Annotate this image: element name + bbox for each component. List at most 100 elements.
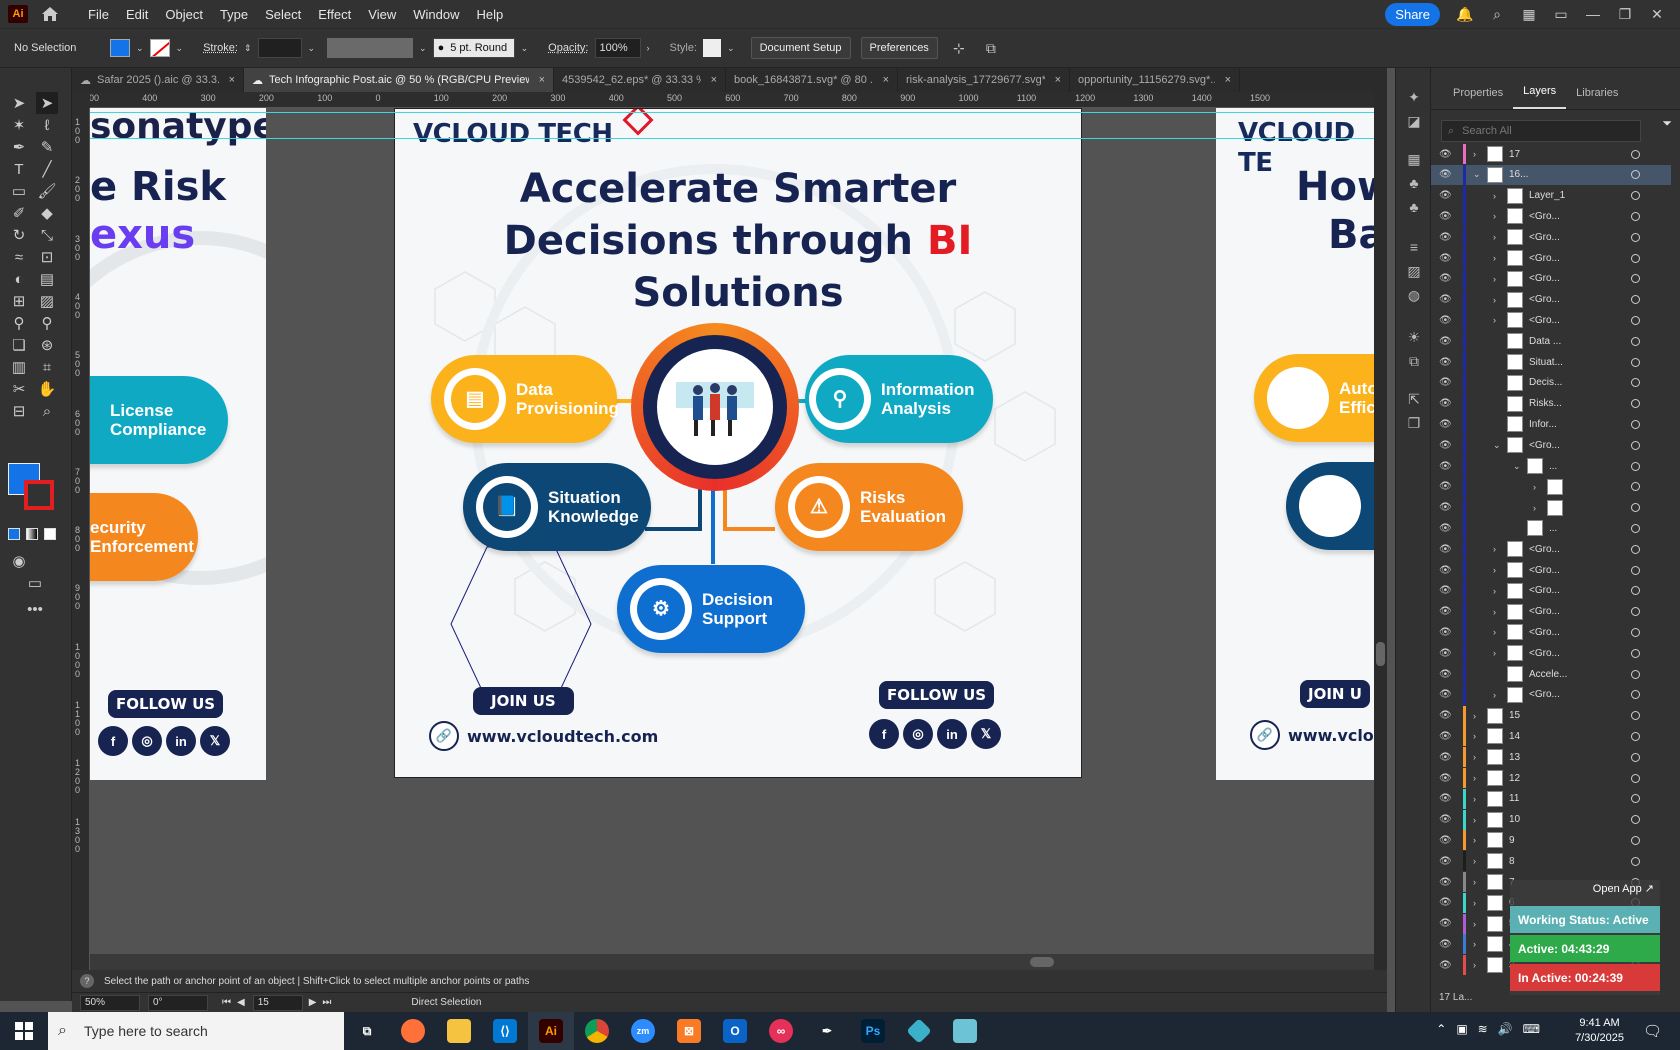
- brush-definition[interactable]: ● 5 pt. Round: [432, 38, 515, 58]
- chevron-right-icon[interactable]: ›: [1493, 565, 1496, 575]
- task-view-icon[interactable]: ⧉: [344, 1012, 390, 1050]
- layer-row[interactable]: 👁 › <Gro...: [1431, 248, 1671, 268]
- pen-tool-icon[interactable]: ✒: [8, 136, 30, 158]
- target-icon[interactable]: [1631, 607, 1640, 617]
- color-mode-icon[interactable]: [8, 528, 20, 540]
- visibility-icon[interactable]: 👁: [1439, 544, 1452, 555]
- target-icon[interactable]: [1631, 669, 1640, 679]
- chevron-right-icon[interactable]: ›: [1493, 648, 1496, 658]
- last-artboard-icon[interactable]: ⏭: [322, 997, 331, 1008]
- stepper-icon[interactable]: ⇕: [244, 43, 252, 54]
- lasso-icon[interactable]: ℓ: [36, 114, 58, 136]
- chevron-right-icon[interactable]: ›: [1473, 773, 1476, 783]
- chevron-down-icon[interactable]: ⌄: [308, 43, 316, 54]
- chevron-right-icon[interactable]: ›: [1493, 627, 1496, 637]
- eyedropper-icon[interactable]: ⚲: [8, 312, 30, 334]
- visibility-icon[interactable]: 👁: [1439, 606, 1452, 617]
- menu-object[interactable]: Object: [165, 7, 203, 22]
- zoom-tool-icon[interactable]: ⌕: [36, 400, 58, 422]
- layer-row[interactable]: 👁 › 12: [1431, 768, 1671, 788]
- chevron-right-icon[interactable]: ›: [1493, 274, 1496, 284]
- visibility-icon[interactable]: 👁: [1439, 398, 1452, 409]
- chevron-right-icon[interactable]: ›: [1493, 232, 1496, 242]
- print-tiling-icon[interactable]: ⊟: [8, 400, 30, 422]
- visibility-icon[interactable]: 👁: [1439, 585, 1452, 596]
- learn-icon[interactable]: ✦: [1405, 88, 1423, 106]
- next-artboard-icon[interactable]: ▶: [309, 997, 317, 1008]
- chevron-right-icon[interactable]: ›: [1493, 607, 1496, 617]
- visibility-icon[interactable]: 👁: [1439, 856, 1452, 867]
- layer-row[interactable]: 👁 › <Gro...: [1431, 643, 1671, 664]
- artboard-right[interactable]: VCLOUD TE How Ba Auto Effic JOIN U 🔗 www…: [1216, 108, 1374, 780]
- search-icon[interactable]: ⌕: [1488, 5, 1506, 23]
- clock[interactable]: 9:41 AM 7/30/2025: [1575, 1012, 1624, 1050]
- visibility-icon[interactable]: 👁: [1439, 211, 1452, 222]
- chevron-down-icon[interactable]: ⌄: [521, 43, 529, 54]
- libraries-icon[interactable]: ▦: [1405, 150, 1423, 168]
- layer-row[interactable]: 👁 › <Gro...: [1431, 310, 1671, 331]
- target-icon[interactable]: [1631, 274, 1640, 284]
- restore-icon[interactable]: ❐: [1616, 5, 1634, 23]
- ruler-origin[interactable]: [72, 92, 90, 108]
- visibility-icon[interactable]: 👁: [1439, 149, 1452, 160]
- stroke-color-swatch[interactable]: [24, 480, 54, 510]
- target-icon[interactable]: [1631, 315, 1640, 325]
- photoshop-icon[interactable]: Ps: [850, 1012, 896, 1050]
- visibility-icon[interactable]: 👁: [1439, 169, 1452, 180]
- gradient-mode-icon[interactable]: [26, 528, 38, 540]
- none-mode-icon[interactable]: [44, 528, 56, 540]
- target-icon[interactable]: [1631, 440, 1640, 450]
- free-transform-icon[interactable]: ⊡: [36, 246, 58, 268]
- guide-line[interactable]: [90, 138, 1374, 139]
- target-icon[interactable]: [1631, 815, 1640, 825]
- close-tab-icon[interactable]: ×: [883, 74, 889, 86]
- visibility-icon[interactable]: 👁: [1439, 253, 1452, 264]
- document-tab[interactable]: ☁ Safar 2025 ().aic @ 33.3... ×: [72, 68, 244, 92]
- target-icon[interactable]: [1631, 752, 1640, 762]
- opacity-label[interactable]: Opacity:: [548, 42, 588, 54]
- target-icon[interactable]: [1631, 565, 1640, 575]
- perspective-grid-icon[interactable]: ▤: [36, 268, 58, 290]
- visibility-icon[interactable]: 👁: [1439, 960, 1452, 971]
- document-setup-button[interactable]: Document Setup: [750, 37, 851, 59]
- layer-row[interactable]: 👁...: [1431, 518, 1671, 539]
- eraser-icon[interactable]: ◆: [36, 202, 58, 224]
- line-tool-icon[interactable]: ╱: [36, 158, 58, 180]
- target-icon[interactable]: [1631, 773, 1640, 783]
- visibility-icon[interactable]: 👁: [1439, 440, 1452, 451]
- layer-row[interactable]: 👁 › 9: [1431, 830, 1671, 851]
- recolor-icon[interactable]: ⧉: [982, 39, 1000, 57]
- target-icon[interactable]: [1631, 461, 1640, 471]
- stroke-swatch[interactable]: [149, 39, 170, 57]
- blend-icon[interactable]: ❏: [8, 334, 30, 356]
- rotate-icon[interactable]: ↻: [8, 224, 30, 246]
- mesh-icon[interactable]: ⊞: [8, 290, 30, 312]
- export-icon[interactable]: ⇱: [1405, 390, 1423, 408]
- chevron-right-icon[interactable]: ›: [1473, 919, 1476, 929]
- close-icon[interactable]: ✕: [1648, 5, 1666, 23]
- workspace-icon[interactable]: ▦: [1520, 5, 1538, 23]
- chevron-down-icon[interactable]: ⌄: [176, 43, 184, 54]
- visibility-icon[interactable]: 👁: [1439, 793, 1452, 804]
- horizontal-scrollbar[interactable]: [90, 954, 1374, 970]
- layer-row[interactable]: 👁 › 13: [1431, 747, 1671, 768]
- layer-row[interactable]: 👁 › 15: [1431, 705, 1671, 726]
- visibility-icon[interactable]: 👁: [1439, 669, 1452, 680]
- close-tab-icon[interactable]: ×: [1225, 74, 1231, 86]
- artboard-main[interactable]: VCLOUD TECH Accelerate Smarter Decisions…: [394, 108, 1082, 778]
- brushes-icon[interactable]: ♣: [1405, 174, 1423, 192]
- vscode-icon[interactable]: ⟨⟩: [482, 1012, 528, 1050]
- target-icon[interactable]: [1631, 378, 1640, 388]
- zoom-icon[interactable]: zm: [620, 1012, 666, 1050]
- target-icon[interactable]: [1631, 336, 1640, 346]
- rectangle-tool-icon[interactable]: ▭: [8, 180, 30, 202]
- screen-mode-icon[interactable]: ▭: [24, 572, 46, 594]
- visibility-icon[interactable]: 👁: [1439, 731, 1452, 742]
- rotation-field[interactable]: 0°: [148, 994, 208, 1011]
- layer-row[interactable]: 👁 › Layer_1: [1431, 185, 1671, 206]
- type-tool-icon[interactable]: T: [8, 158, 30, 180]
- layer-row[interactable]: 👁 ›: [1431, 476, 1671, 497]
- stroke-icon[interactable]: ≡: [1405, 238, 1423, 256]
- layer-row[interactable]: 👁 › <Gro...: [1431, 206, 1671, 227]
- gradient-icon[interactable]: ▨: [36, 290, 58, 312]
